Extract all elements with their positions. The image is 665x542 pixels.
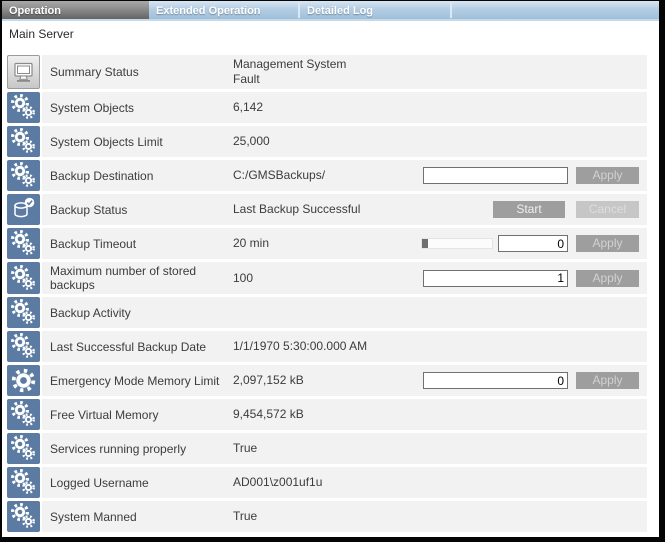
row-services-running-properly: Services running properly True [7,433,647,464]
property-label: Emergency Mode Memory Limit [50,374,233,388]
backup-timeout-input[interactable] [498,235,568,252]
max-backups-input[interactable] [423,270,568,287]
monitor-icon [7,55,40,89]
app-surface: Operation Extended Operation Detailed Lo… [2,1,659,537]
gears-icon [7,399,40,430]
property-value: Last Backup Successful [233,202,373,217]
row-backup-status: Backup Status Last Backup Successful Sta… [7,194,647,225]
row-free-virtual-memory: Free Virtual Memory 9,454,572 kB [7,399,647,430]
property-value: 9,454,572 kB [233,407,373,422]
property-label: Backup Activity [50,306,233,320]
emergency-memory-input[interactable] [423,372,568,389]
row-max-stored-backups: Maximum number of stored backups 100 App… [7,262,647,294]
row-emergency-mode-memory-limit: Emergency Mode Memory Limit 2,097,152 kB… [7,365,647,396]
property-value: Management System Fault [233,57,373,87]
property-label: System Manned [50,510,233,524]
gears-icon [7,126,40,157]
property-value: 6,142 [233,100,373,115]
gears-icon [7,228,40,259]
property-label: Last Successful Backup Date [50,340,233,354]
row-system-objects-limit: System Objects Limit 25,000 [7,126,647,157]
row-last-successful-backup-date: Last Successful Backup Date 1/1/1970 5:3… [7,331,647,362]
gears-icon [7,297,40,328]
property-label: Backup Timeout [50,237,233,251]
database-check-icon [7,194,40,225]
max-backups-apply-button[interactable]: Apply [576,270,639,287]
tab-detailed-log[interactable]: Detailed Log [300,1,450,19]
property-value: 25,000 [233,134,373,149]
gears-icon [7,501,40,532]
property-value: AD001\z001uf1u [233,475,373,490]
property-label: Maximum number of stored backups [50,264,233,292]
property-list: Summary Status Management System Fault S… [7,55,647,532]
property-value: 20 min [233,236,373,251]
property-value: 100 [233,271,373,286]
gears-icon [7,160,40,191]
row-backup-destination: Backup Destination C:/GMSBackups/ Apply [7,160,647,191]
property-label: Backup Destination [50,169,233,183]
property-label: Backup Status [50,203,233,217]
property-value: C:/GMSBackups/ [233,168,373,183]
row-summary-status: Summary Status Management System Fault [7,55,647,89]
backup-timeout-slider[interactable] [421,238,493,249]
page-title: Main Server [2,27,659,45]
backup-start-button[interactable]: Start [493,201,565,218]
tab-extended-operation[interactable]: Extended Operation [149,1,298,19]
property-value: True [233,441,373,456]
gear-icon [7,365,40,396]
gears-icon [7,433,40,464]
row-system-objects: System Objects 6,142 [7,92,647,123]
emergency-memory-apply-button[interactable]: Apply [576,372,639,389]
gears-icon [7,262,40,294]
property-value: True [233,509,373,524]
main-content: Main Server Summary Status Management Sy… [2,21,659,532]
backup-timeout-apply-button[interactable]: Apply [576,235,639,252]
property-label: Summary Status [50,65,233,79]
property-label: Free Virtual Memory [50,408,233,422]
window-frame: Operation Extended Operation Detailed Lo… [0,0,665,542]
slider-handle[interactable] [422,239,428,248]
row-logged-username: Logged Username AD001\z001uf1u [7,467,647,498]
backup-destination-input[interactable] [423,167,568,184]
backup-cancel-button[interactable]: Cancel [576,201,639,218]
row-system-manned: System Manned True [7,501,647,532]
tab-operation[interactable]: Operation [2,1,149,19]
property-label: System Objects Limit [50,135,233,149]
property-label: System Objects [50,101,233,115]
backup-destination-apply-button[interactable]: Apply [576,167,639,184]
gears-icon [7,331,40,362]
tab-bar: Operation Extended Operation Detailed Lo… [2,1,659,21]
row-backup-timeout: Backup Timeout 20 min Apply [7,228,647,259]
gears-icon [7,467,40,498]
property-label: Services running properly [50,442,233,456]
property-value: 1/1/1970 5:30:00.000 AM [233,339,373,354]
tab-separator [450,2,452,18]
property-label: Logged Username [50,476,233,490]
gears-icon [7,92,40,123]
property-value: 2,097,152 kB [233,373,373,388]
row-backup-activity: Backup Activity [7,297,647,328]
